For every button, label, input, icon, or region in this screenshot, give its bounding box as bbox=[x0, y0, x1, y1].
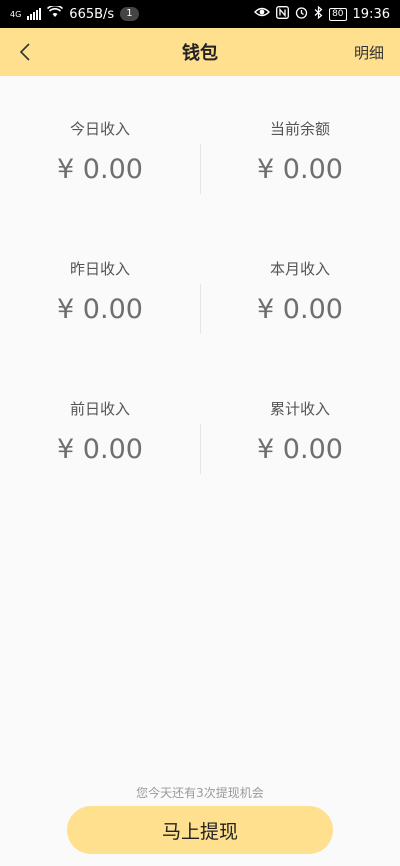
bluetooth-icon bbox=[314, 5, 323, 23]
income-stats: 今日收入 ¥ 0.00 当前余额 ¥ 0.00 昨日收入 ¥ 0.00 本月收入… bbox=[0, 76, 400, 496]
stat-label: 本月收入 bbox=[269, 260, 330, 278]
battery-icon: 80 bbox=[329, 7, 347, 21]
stat-current-balance: 当前余额 ¥ 0.00 bbox=[200, 76, 400, 216]
network-type: 4G bbox=[10, 9, 22, 19]
stat-row: 前日收入 ¥ 0.00 累计收入 ¥ 0.00 bbox=[0, 356, 400, 496]
divider bbox=[200, 424, 201, 474]
status-bar: 4G 665B/s 1 80 19:36 bbox=[0, 0, 400, 28]
stat-label: 前日收入 bbox=[69, 400, 130, 418]
divider bbox=[200, 144, 201, 194]
nfc-icon bbox=[276, 5, 290, 23]
header-bar: 钱包 明细 bbox=[0, 28, 400, 76]
stat-value: ¥ 0.00 bbox=[57, 434, 143, 465]
stat-label: 当前余额 bbox=[269, 120, 330, 138]
status-time: 19:36 bbox=[352, 6, 390, 22]
chevron-left-icon bbox=[19, 43, 30, 61]
withdraw-button[interactable]: 马上提现 bbox=[67, 806, 333, 854]
eye-icon bbox=[254, 6, 271, 22]
stat-value: ¥ 0.00 bbox=[57, 294, 143, 325]
stat-total-income: 累计收入 ¥ 0.00 bbox=[200, 356, 400, 496]
page-title: 钱包 bbox=[182, 43, 218, 64]
stat-value: ¥ 0.00 bbox=[257, 434, 343, 465]
stat-yesterday-income: 昨日收入 ¥ 0.00 bbox=[0, 216, 200, 356]
network-speed: 665B/s bbox=[69, 6, 115, 22]
alarm-icon bbox=[295, 6, 308, 23]
stat-label: 今日收入 bbox=[69, 120, 130, 138]
stat-label: 昨日收入 bbox=[69, 260, 130, 278]
stat-value: ¥ 0.00 bbox=[257, 154, 343, 185]
stat-row: 昨日收入 ¥ 0.00 本月收入 ¥ 0.00 bbox=[0, 216, 400, 356]
stat-value: ¥ 0.00 bbox=[57, 154, 143, 185]
divider bbox=[200, 284, 201, 334]
stat-row: 今日收入 ¥ 0.00 当前余额 ¥ 0.00 bbox=[0, 76, 400, 216]
stat-value: ¥ 0.00 bbox=[257, 294, 343, 325]
signal-icon bbox=[27, 8, 42, 20]
stat-day-before-income: 前日收入 ¥ 0.00 bbox=[0, 356, 200, 496]
stat-label: 累计收入 bbox=[269, 400, 330, 418]
withdraw-notice: 您今天还有3次提现机会 bbox=[136, 786, 264, 800]
notification-count-badge: 1 bbox=[120, 7, 139, 21]
back-button[interactable] bbox=[10, 36, 40, 68]
wifi-icon bbox=[47, 4, 64, 22]
stat-today-income: 今日收入 ¥ 0.00 bbox=[0, 76, 200, 216]
detail-link[interactable]: 明细 bbox=[354, 28, 384, 76]
stat-month-income: 本月收入 ¥ 0.00 bbox=[200, 216, 400, 356]
